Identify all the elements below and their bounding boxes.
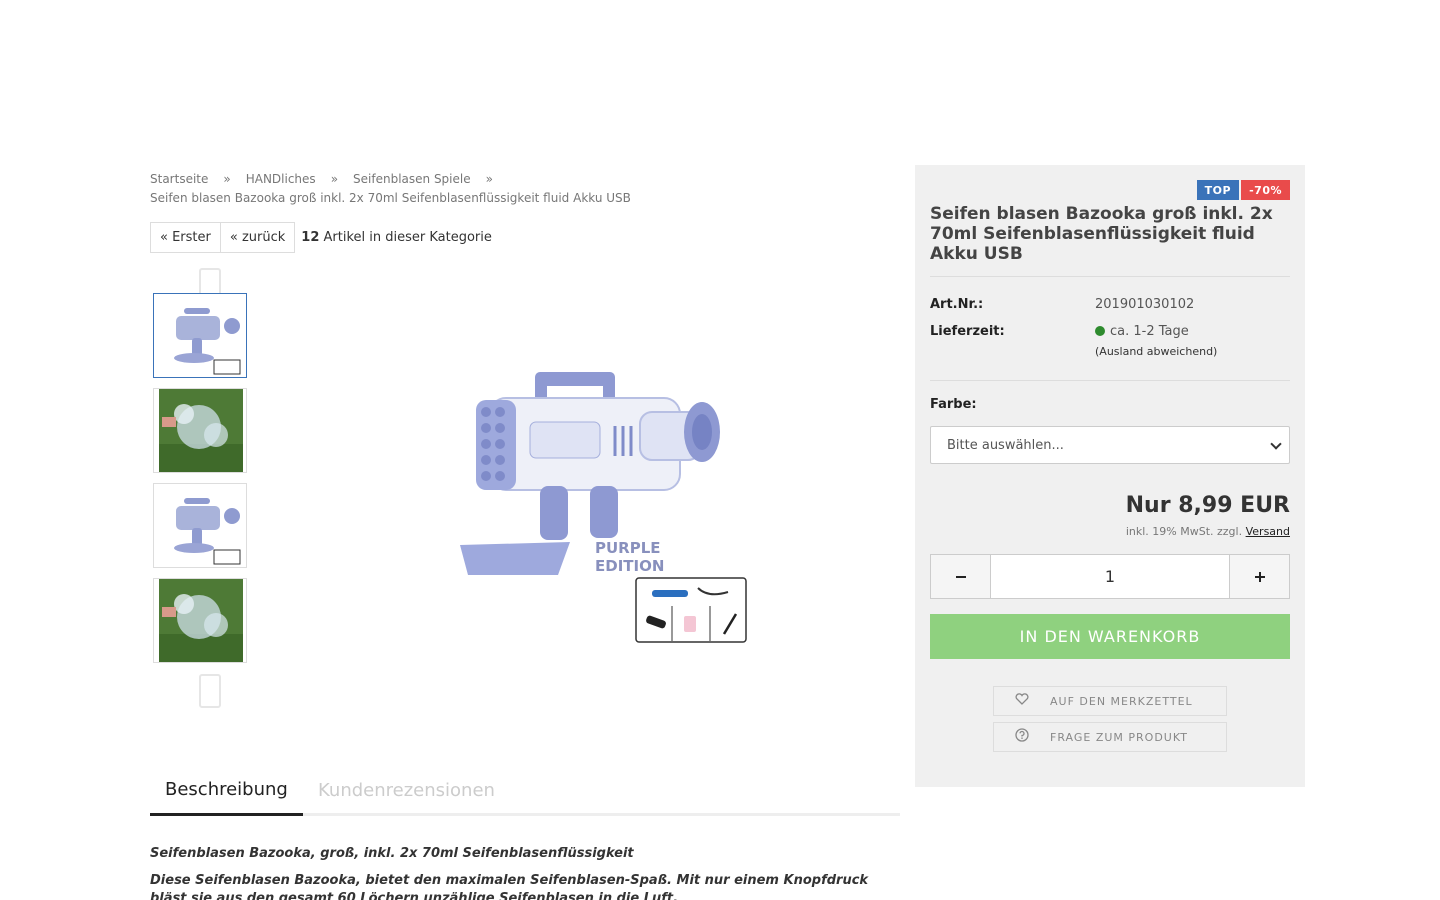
category-count-label: Artikel in dieser Kategorie — [323, 230, 492, 245]
delivery-value: ca. 1-2 Tage — [1095, 324, 1189, 339]
chevron-down-icon — [1270, 438, 1282, 450]
product-tabs: Beschreibung Kundenrezensionen — [150, 765, 900, 816]
delivery-status-icon — [1095, 326, 1105, 336]
wishlist-button[interactable]: AUF DEN MERKZETTEL — [993, 686, 1227, 716]
breadcrumb-link-seifenblasen[interactable]: Seifenblasen Spiele — [353, 172, 471, 186]
main-image-caption-2: EDITION — [595, 557, 664, 575]
question-label: FRAGE ZUM PRODUKT — [1050, 730, 1188, 744]
tax-text: inkl. 19% MwSt. zzgl. — [1125, 525, 1243, 538]
quantity-input[interactable]: 1 — [991, 554, 1229, 599]
first-button[interactable]: « Erster — [150, 222, 221, 253]
discount-badge: -70% — [1241, 180, 1290, 200]
category-count-number: 12 — [301, 230, 320, 245]
bubble-gun-thumb-image — [154, 484, 246, 567]
chevron-down-icon[interactable] — [199, 674, 221, 708]
tab-reviews[interactable]: Kundenrezensionen — [303, 765, 510, 816]
artnr-value: 201901030102 — [1095, 297, 1195, 312]
delivery-time: ca. 1-2 Tage — [1110, 324, 1189, 339]
bubbles-photo-thumb-image — [159, 389, 243, 472]
divider — [930, 380, 1290, 381]
product-description: Seifenblasen Bazooka, groß, inkl. 2x 70m… — [150, 845, 890, 900]
delivery-note: (Ausland abweichend) — [1095, 345, 1218, 358]
product-price: Nur 8,99 EUR — [1125, 493, 1290, 518]
color-select[interactable]: Bitte auswählen... — [930, 426, 1290, 464]
shipping-link[interactable]: Versand — [1246, 525, 1290, 538]
back-button[interactable]: « zurück — [220, 222, 296, 253]
top-badge: TOP — [1196, 180, 1240, 200]
plus-icon — [1254, 571, 1265, 582]
category-count: 12 Artikel in dieser Kategorie — [301, 230, 492, 245]
minus-button[interactable] — [930, 554, 991, 599]
divider — [930, 276, 1290, 277]
thumbnail-2[interactable] — [153, 388, 247, 473]
minus-icon — [955, 575, 966, 578]
bubble-gun-thumb-image — [154, 294, 246, 377]
description-heading: Seifenblasen Bazooka, groß, inkl. 2x 70m… — [150, 846, 634, 861]
thumbnail-4[interactable] — [153, 578, 247, 663]
plus-button[interactable] — [1229, 554, 1290, 599]
bubble-gun-image: PURPLE EDITION — [460, 372, 747, 643]
breadcrumb-separator: » — [485, 172, 493, 186]
heart-icon — [994, 693, 1050, 709]
color-label: Farbe: — [930, 397, 977, 412]
buy-box: TOP -70% Seifen blasen Bazooka groß inkl… — [915, 165, 1305, 787]
tab-description[interactable]: Beschreibung — [150, 765, 303, 816]
breadcrumb-separator: » — [330, 172, 339, 186]
add-to-cart-button[interactable]: IN DEN WARENKORB — [930, 614, 1290, 659]
question-icon — [994, 728, 1050, 746]
breadcrumb: Startseite » HANDliches » Seifenblasen Spiel… — [150, 170, 890, 208]
main-product-image[interactable]: PURPLE EDITION — [440, 360, 760, 650]
color-select-value: Bitte auswählen... — [947, 437, 1064, 453]
breadcrumb-current: Seifen blasen Bazooka groß inkl. 2x 70ml… — [150, 191, 631, 205]
question-button[interactable]: FRAGE ZUM PRODUKT — [993, 722, 1227, 752]
main-image-caption-1: PURPLE — [595, 539, 661, 557]
product-title: Seifen blasen Bazooka groß inkl. 2x 70ml… — [930, 204, 1273, 264]
thumbnail-3[interactable] — [153, 483, 247, 568]
breadcrumb-link-handliches[interactable]: HANDliches — [246, 172, 316, 186]
artnr-label: Art.Nr.: — [930, 297, 984, 312]
tax-info: inkl. 19% MwSt. zzgl. Versand — [1126, 525, 1290, 538]
breadcrumb-link-home[interactable]: Startseite — [150, 172, 208, 186]
delivery-label: Lieferzeit: — [930, 324, 1005, 339]
category-pager: « Erster « zurück 12 Artikel in dieser K… — [150, 222, 492, 253]
quantity-stepper: 1 — [930, 554, 1290, 599]
bubbles-photo-thumb-image — [159, 579, 243, 662]
thumbnail-1[interactable] — [153, 293, 247, 378]
wishlist-label: AUF DEN MERKZETTEL — [1050, 694, 1193, 708]
product-badges: TOP -70% — [1196, 180, 1290, 200]
breadcrumb-separator: » — [223, 172, 231, 186]
description-text: Diese Seifenblasen Bazooka, bietet den m… — [150, 873, 869, 900]
